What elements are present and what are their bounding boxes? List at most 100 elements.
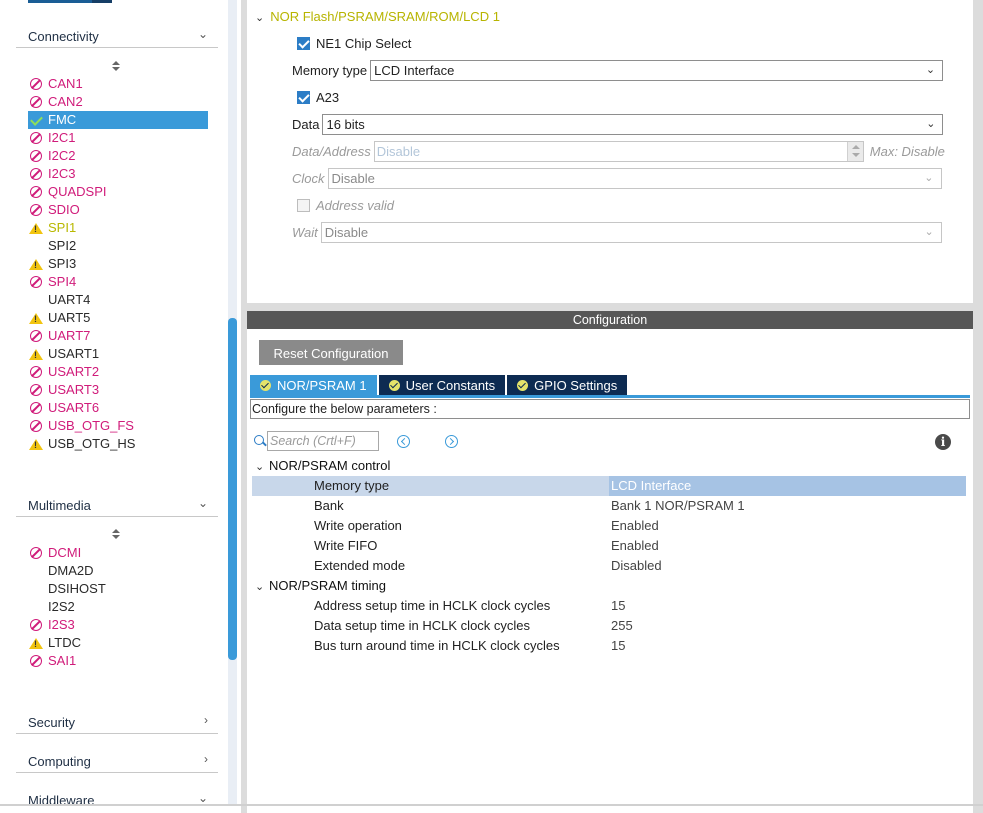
param-value[interactable]: 15 [611,596,625,616]
param-value[interactable]: LCD Interface [609,476,966,496]
peripheral-dsihost[interactable]: DSIHOST [28,580,208,598]
peripheral-usart3[interactable]: USART3 [28,381,208,399]
peripheral-can1[interactable]: CAN1 [28,75,208,93]
peripheral-sdio[interactable]: SDIO [28,201,208,219]
search-input[interactable]: Search (Crtl+F) [267,431,379,451]
a23-checkbox[interactable] [297,90,310,104]
data-address-spinner[interactable]: Disable [373,140,864,162]
data-select[interactable]: 16 bits ⌄ [322,113,944,135]
left-scrollbar-thumb[interactable] [228,318,237,660]
peripheral-label: USART6 [48,400,100,415]
param-row[interactable]: Write operation Enabled [252,516,966,536]
peripheral-uart7[interactable]: UART7 [28,327,208,345]
peripheral-i2s3[interactable]: I2S3 [28,616,208,634]
address-valid-checkbox[interactable] [297,198,310,212]
disabled-icon [30,547,42,559]
ne1-checkbox[interactable] [297,36,310,50]
peripheral-fmc[interactable]: FMC [28,111,208,129]
nor-section-header[interactable]: ⌄ NOR Flash/PSRAM/SRAM/ROM/LCD 1 [255,9,500,24]
tab-nor-psram-1[interactable]: NOR/PSRAM 1 [250,375,377,395]
peripheral-usb-otg-fs[interactable]: USB_OTG_FS [28,417,208,435]
param-row[interactable]: Bus turn around time in HCLK clock cycle… [252,636,966,656]
clock-row: Clock Disable ⌄ [292,167,942,189]
check-circle-icon [517,379,529,391]
ne1-chip-select[interactable]: NE1 Chip Select [297,34,411,52]
connectivity-list: CAN1 CAN2 FMC I2C1 I2C2 I2C3 QUADSPI SDIO SPI1 SP… [28,75,208,453]
param-row[interactable]: Bank Bank 1 NOR/PSRAM 1 [252,496,966,516]
peripheral-i2c2[interactable]: I2C2 [28,147,208,165]
peripheral-label: I2C1 [48,130,76,145]
peripheral-spi4[interactable]: SPI4 [28,273,208,291]
param-row[interactable]: Address setup time in HCLK clock cycles 1… [252,596,966,616]
chevron-down-icon: ⌄ [926,117,936,130]
peripheral-label: LTDC [48,635,81,650]
peripheral-quadspi[interactable]: QUADSPI [28,183,208,201]
param-value[interactable]: 255 [611,616,633,636]
instructions-text: Configure the below parameters : [250,399,970,419]
peripheral-dcmi[interactable]: DCMI [28,544,208,562]
info-icon[interactable]: i [935,434,951,450]
wait-value: Disable [324,224,369,240]
group-nor-psram-control[interactable]: ⌄ NOR/PSRAM control [255,456,390,476]
category-multimedia[interactable]: Multimedia ⌄ [16,493,218,517]
param-value[interactable]: Enabled [611,516,659,536]
check-circle-icon [260,379,271,391]
reset-configuration-button[interactable]: Reset Configuration [259,340,403,365]
peripheral-usb-otg-hs[interactable]: USB_OTG_HS [28,435,208,453]
peripheral-label: UART5 [48,310,91,325]
sort-icon[interactable] [110,529,122,543]
address-valid-option[interactable]: Address valid [297,196,394,214]
category-security[interactable]: Security › [16,710,218,734]
group-label: NOR/PSRAM timing [269,578,387,593]
wait-select[interactable]: Disable ⌄ [320,221,942,243]
peripheral-spi3[interactable]: SPI3 [28,255,208,273]
category-middleware[interactable]: Middleware ⌄ [16,788,218,805]
peripheral-can2[interactable]: CAN2 [28,93,208,111]
peripheral-i2s2[interactable]: I2S2 [28,598,208,616]
category-computing[interactable]: Computing › [16,749,218,773]
peripheral-i2c3[interactable]: I2C3 [28,165,208,183]
param-name: Address setup time in HCLK clock cycles [314,598,551,613]
peripheral-label: SAI1 [48,653,77,668]
peripheral-spi1[interactable]: SPI1 [28,219,208,237]
peripheral-label: I2C3 [48,166,76,181]
peripheral-usart1[interactable]: USART1 [28,345,208,363]
peripheral-label: USART1 [48,346,100,361]
peripheral-sai1[interactable]: SAI1 [28,652,208,670]
disabled-icon [30,619,42,631]
peripheral-uart5[interactable]: UART5 [28,309,208,327]
peripheral-spi2[interactable]: SPI2 [28,237,208,255]
sort-icon[interactable] [110,61,122,75]
param-value[interactable]: 15 [611,636,625,656]
warning-icon [29,638,43,649]
a23-option[interactable]: A23 [297,88,339,106]
param-value[interactable]: Bank 1 NOR/PSRAM 1 [611,496,745,516]
next-match-icon[interactable] [445,435,458,448]
peripheral-dma2d[interactable]: DMA2D [28,562,208,580]
group-nor-psram-timing[interactable]: ⌄ NOR/PSRAM timing [255,576,386,596]
clock-select[interactable]: Disable ⌄ [327,167,942,189]
peripheral-usart2[interactable]: USART2 [28,363,208,381]
param-name: Write FIFO [314,538,378,553]
previous-match-icon[interactable] [397,435,410,448]
peripheral-usart6[interactable]: USART6 [28,399,208,417]
tab-user-constants[interactable]: User Constants [378,375,506,395]
param-value[interactable]: Enabled [611,536,659,556]
param-row[interactable]: Memory type LCD Interface [252,476,966,496]
spinner-arrows-icon[interactable] [846,141,863,161]
peripheral-uart4[interactable]: UART4 [28,291,208,309]
data-address-row: Data/Address Disable Max: Disable [292,140,945,162]
tab-gpio-settings[interactable]: GPIO Settings [507,375,628,395]
peripheral-label: I2S3 [48,617,75,632]
memory-type-select[interactable]: LCD Interface ⌄ [370,59,944,81]
param-row[interactable]: Data setup time in HCLK clock cycles 255 [252,616,966,636]
category-connectivity[interactable]: Connectivity ⌄ [16,24,218,48]
param-row[interactable]: Write FIFO Enabled [252,536,966,556]
warning-icon [29,313,43,324]
param-row[interactable]: Extended mode Disabled [252,556,966,576]
chevron-right-icon: › [204,752,208,766]
peripheral-i2c1[interactable]: I2C1 [28,129,208,147]
horizontal-splitter[interactable] [247,303,973,311]
peripheral-ltdc[interactable]: LTDC [28,634,208,652]
param-value[interactable]: Disabled [611,556,662,576]
